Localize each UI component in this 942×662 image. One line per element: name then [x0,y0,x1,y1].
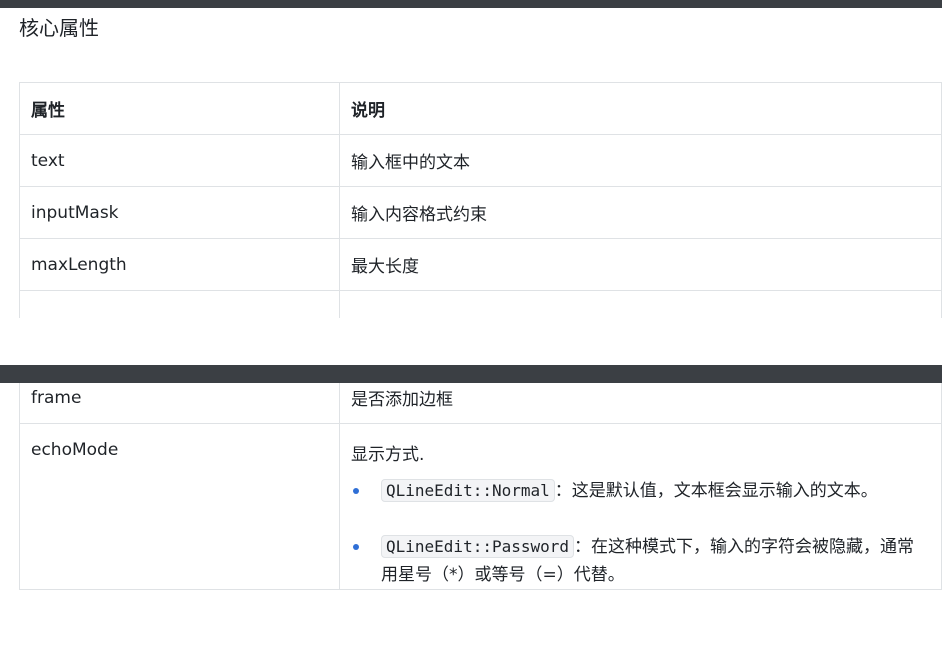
property-name: text [19,134,340,187]
content-panel-bottom: frame 是否添加边框 echoMode 显示方式. QLineEdit::N… [0,383,942,662]
property-description: 是否添加边框 [339,383,942,424]
table-header-row: 属性 说明 [19,82,942,135]
properties-table-bottom: frame 是否添加边框 echoMode 显示方式. QLineEdit::N… [19,383,942,590]
divider-bar [0,365,942,383]
table-row: echoMode 显示方式. QLineEdit::Normal ：这是默认值，文… [19,423,942,590]
table-row: frame 是否添加边框 [19,383,942,424]
echo-mode-list: QLineEdit::Normal ：这是默认值，文本框会显示输入的文本。 QLi… [351,477,930,589]
property-name: maxLength [19,238,340,291]
property-description: 输入框中的文本 [339,134,942,187]
table-row: text 输入框中的文本 [19,134,942,187]
property-name: inputMask [19,186,340,239]
property-description-cell: 显示方式. QLineEdit::Normal ：这是默认值，文本框会显示输入的文… [339,423,942,590]
content-panel-top: 核心属性 属性 说明 text 输入框中的文本 inputMask 输入内容格式… [0,8,942,318]
code-inline: QLineEdit::Normal [381,479,555,502]
list-item: QLineEdit::Password ：在这种模式下，输入的字符会被隐藏，通常用… [351,533,930,589]
code-inline: QLineEdit::Password [381,535,575,558]
empty-cell [339,290,942,318]
bullet-icon [353,544,359,550]
header-description: 说明 [339,82,942,135]
property-description: 最大长度 [339,238,942,291]
property-name: echoMode [19,423,340,590]
table-row: inputMask 输入内容格式约束 [19,186,942,239]
property-description: 显示方式. [351,445,425,465]
header-property: 属性 [19,82,340,135]
list-item: QLineEdit::Normal ：这是默认值，文本框会显示输入的文本。 [351,477,930,505]
table-row-empty [19,290,942,318]
list-item-text: ：这是默认值，文本框会显示输入的文本。 [554,481,878,501]
table-row: maxLength 最大长度 [19,238,942,291]
properties-table-top: 属性 说明 text 输入框中的文本 inputMask 输入内容格式约束 ma… [19,82,942,318]
empty-cell [19,290,340,318]
panel-gap [0,318,942,365]
top-bar [0,0,942,8]
bullet-icon [353,488,359,494]
property-description: 输入内容格式约束 [339,186,942,239]
section-heading: 核心属性 [19,16,99,40]
property-name: frame [19,383,340,424]
